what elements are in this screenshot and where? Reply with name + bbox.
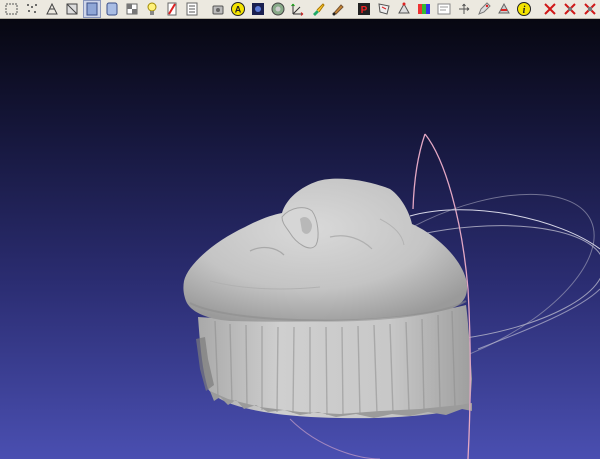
manipulator-icon[interactable] xyxy=(456,1,472,17)
edit-red-icon[interactable] xyxy=(496,1,512,17)
smooth-shading-icon[interactable] xyxy=(104,1,120,17)
snapshot-icon[interactable] xyxy=(210,1,226,17)
color-icon[interactable] xyxy=(416,1,432,17)
double-side-light-icon[interactable] xyxy=(164,1,180,17)
annotation-a-icon[interactable]: A xyxy=(230,1,246,17)
layer-icon[interactable] xyxy=(250,1,266,17)
brush-icon[interactable] xyxy=(330,1,346,17)
svg-text:P: P xyxy=(361,5,368,16)
points-icon[interactable] xyxy=(24,1,40,17)
flat-shading-icon[interactable] xyxy=(83,0,101,18)
trackball-icon[interactable] xyxy=(270,1,286,17)
measure-icon[interactable]: P xyxy=(356,1,372,17)
wireframe-icon[interactable] xyxy=(44,1,60,17)
light-on-off-icon[interactable] xyxy=(144,1,160,17)
align-icon[interactable] xyxy=(436,1,452,17)
main-toolbar: A Pi xyxy=(0,0,600,19)
svg-text:A: A xyxy=(235,5,242,15)
fancy-light-icon[interactable] xyxy=(184,1,200,17)
paint-icon[interactable] xyxy=(310,1,326,17)
bounding-box-icon[interactable] xyxy=(4,1,20,17)
svg-text:i: i xyxy=(523,5,526,16)
scene-canvas xyxy=(183,133,600,459)
muffin-mesh[interactable] xyxy=(183,178,472,419)
select-faces-icon[interactable] xyxy=(376,1,392,17)
delete-faces-icon[interactable] xyxy=(542,1,558,17)
delete-vertices-icon[interactable] xyxy=(562,1,578,17)
axis-icon[interactable] xyxy=(290,1,306,17)
select-vertices-icon[interactable] xyxy=(396,1,412,17)
info-icon[interactable]: i xyxy=(516,1,532,17)
texture-icon[interactable] xyxy=(124,1,140,17)
hidden-lines-icon[interactable] xyxy=(64,1,80,17)
delete-all-icon[interactable] xyxy=(582,1,598,17)
edit-icon[interactable] xyxy=(476,1,492,17)
3d-viewport[interactable] xyxy=(0,19,600,459)
